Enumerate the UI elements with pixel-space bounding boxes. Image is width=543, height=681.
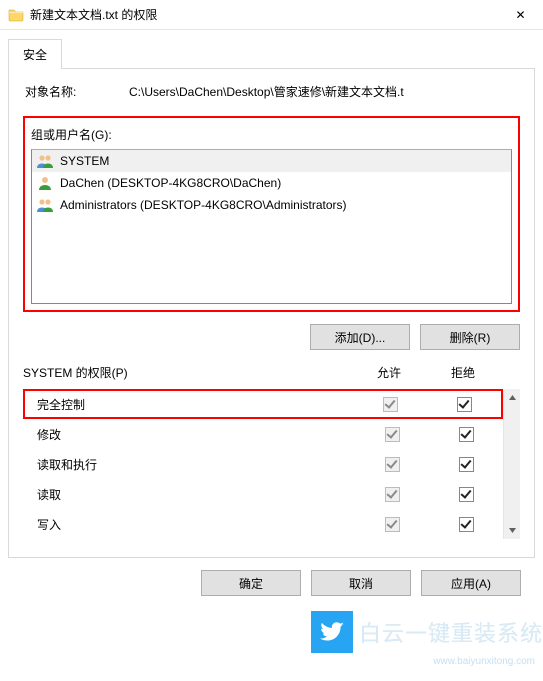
close-button[interactable]: ✕ — [498, 0, 543, 29]
object-name-row: 对象名称: C:\Users\DaChen\Desktop\管家速修\新建文本文… — [23, 83, 520, 100]
deny-checkbox[interactable] — [459, 487, 474, 502]
permission-name: 修改 — [37, 426, 355, 443]
allow-checkbox — [385, 487, 400, 502]
user-list-item[interactable]: DaChen (DESKTOP-4KG8CRO\DaChen) — [32, 172, 511, 194]
allow-cell — [355, 457, 429, 472]
allow-cell — [355, 517, 429, 532]
group-icon — [36, 152, 54, 170]
folder-icon — [8, 7, 24, 23]
user-list-item[interactable]: SYSTEM — [32, 150, 511, 172]
permission-row: 完全控制 — [23, 389, 503, 419]
deny-cell — [429, 457, 503, 472]
tab-area: 安全 对象名称: C:\Users\DaChen\Desktop\管家速修\新建… — [0, 30, 543, 610]
permission-name: 完全控制 — [37, 396, 353, 413]
permissions-list-wrap: 完全控制修改读取和执行读取写入 — [23, 389, 520, 539]
allow-column-header: 允许 — [352, 364, 426, 381]
permission-row: 读取 — [23, 479, 503, 509]
remove-button[interactable]: 删除(R) — [420, 324, 520, 350]
permissions-for-label: SYSTEM 的权限(P) — [23, 364, 352, 381]
user-list-item-label: SYSTEM — [60, 154, 109, 168]
permission-name: 读取 — [37, 486, 355, 503]
user-list-item[interactable]: Administrators (DESKTOP-4KG8CRO\Administ… — [32, 194, 511, 216]
allow-cell — [353, 397, 427, 412]
deny-cell — [427, 397, 501, 412]
cancel-button[interactable]: 取消 — [311, 570, 411, 596]
deny-column-header: 拒绝 — [426, 364, 500, 381]
deny-checkbox[interactable] — [459, 427, 474, 442]
cancel-button-label: 取消 — [349, 575, 373, 592]
apply-button-label: 应用(A) — [451, 575, 491, 592]
ok-button-label: 确定 — [239, 575, 263, 592]
permissions-header: SYSTEM 的权限(P) 允许 拒绝 — [23, 364, 520, 381]
user-buttons-row: 添加(D)... 删除(R) — [23, 324, 520, 350]
group-or-user-names-box: 组或用户名(G): SYSTEM DaChen (DESKTOP-4KG8CRO\… — [23, 116, 520, 312]
add-button[interactable]: 添加(D)... — [310, 324, 410, 350]
allow-cell — [355, 427, 429, 442]
watermark-sub: www.baiyunxitong.com — [433, 656, 535, 667]
watermark: 白云一键重装系统 — [311, 611, 543, 653]
dialog-buttons: 确定 取消 应用(A) — [8, 558, 535, 610]
tab-security-label: 安全 — [23, 48, 47, 62]
scroll-down-arrow-icon[interactable] — [504, 522, 520, 539]
deny-cell — [429, 487, 503, 502]
permission-row: 修改 — [23, 419, 503, 449]
permission-name: 写入 — [37, 516, 355, 533]
window-title: 新建文本文档.txt 的权限 — [30, 6, 498, 23]
add-button-label: 添加(D)... — [335, 329, 386, 346]
object-name-value: C:\Users\DaChen\Desktop\管家速修\新建文本文档.t — [129, 83, 518, 100]
user-icon — [36, 174, 54, 192]
remove-button-label: 删除(R) — [450, 329, 491, 346]
permission-row: 读取和执行 — [23, 449, 503, 479]
group-or-user-names-label: 组或用户名(G): — [31, 126, 512, 149]
close-icon: ✕ — [515, 8, 525, 22]
permission-row: 写入 — [23, 509, 503, 539]
allow-checkbox — [385, 517, 400, 532]
user-list-item-label: DaChen (DESKTOP-4KG8CRO\DaChen) — [60, 176, 281, 190]
user-list[interactable]: SYSTEM DaChen (DESKTOP-4KG8CRO\DaChen) Adm… — [31, 149, 512, 304]
tab-security[interactable]: 安全 — [8, 39, 62, 69]
scroll-track[interactable] — [504, 406, 520, 522]
allow-checkbox — [385, 457, 400, 472]
permissions-list: 完全控制修改读取和执行读取写入 — [23, 389, 503, 539]
deny-checkbox[interactable] — [457, 397, 472, 412]
deny-checkbox[interactable] — [459, 457, 474, 472]
permission-name: 读取和执行 — [37, 456, 355, 473]
deny-cell — [429, 517, 503, 532]
tab-content: 对象名称: C:\Users\DaChen\Desktop\管家速修\新建文本文… — [8, 69, 535, 558]
ok-button[interactable]: 确定 — [201, 570, 301, 596]
watermark-text: 白云一键重装系统 — [359, 616, 543, 648]
allow-checkbox — [385, 427, 400, 442]
tab-strip: 安全 — [8, 38, 535, 69]
deny-cell — [429, 427, 503, 442]
deny-checkbox[interactable] — [459, 517, 474, 532]
group-icon — [36, 196, 54, 214]
allow-checkbox — [383, 397, 398, 412]
allow-cell — [355, 487, 429, 502]
object-name-label: 对象名称: — [25, 83, 129, 100]
permissions-scrollbar[interactable] — [503, 389, 520, 539]
user-list-item-label: Administrators (DESKTOP-4KG8CRO\Administ… — [60, 198, 347, 212]
apply-button[interactable]: 应用(A) — [421, 570, 521, 596]
scroll-up-arrow-icon[interactable] — [504, 389, 520, 406]
twitter-bird-icon — [311, 611, 353, 653]
titlebar: 新建文本文档.txt 的权限 ✕ — [0, 0, 543, 30]
